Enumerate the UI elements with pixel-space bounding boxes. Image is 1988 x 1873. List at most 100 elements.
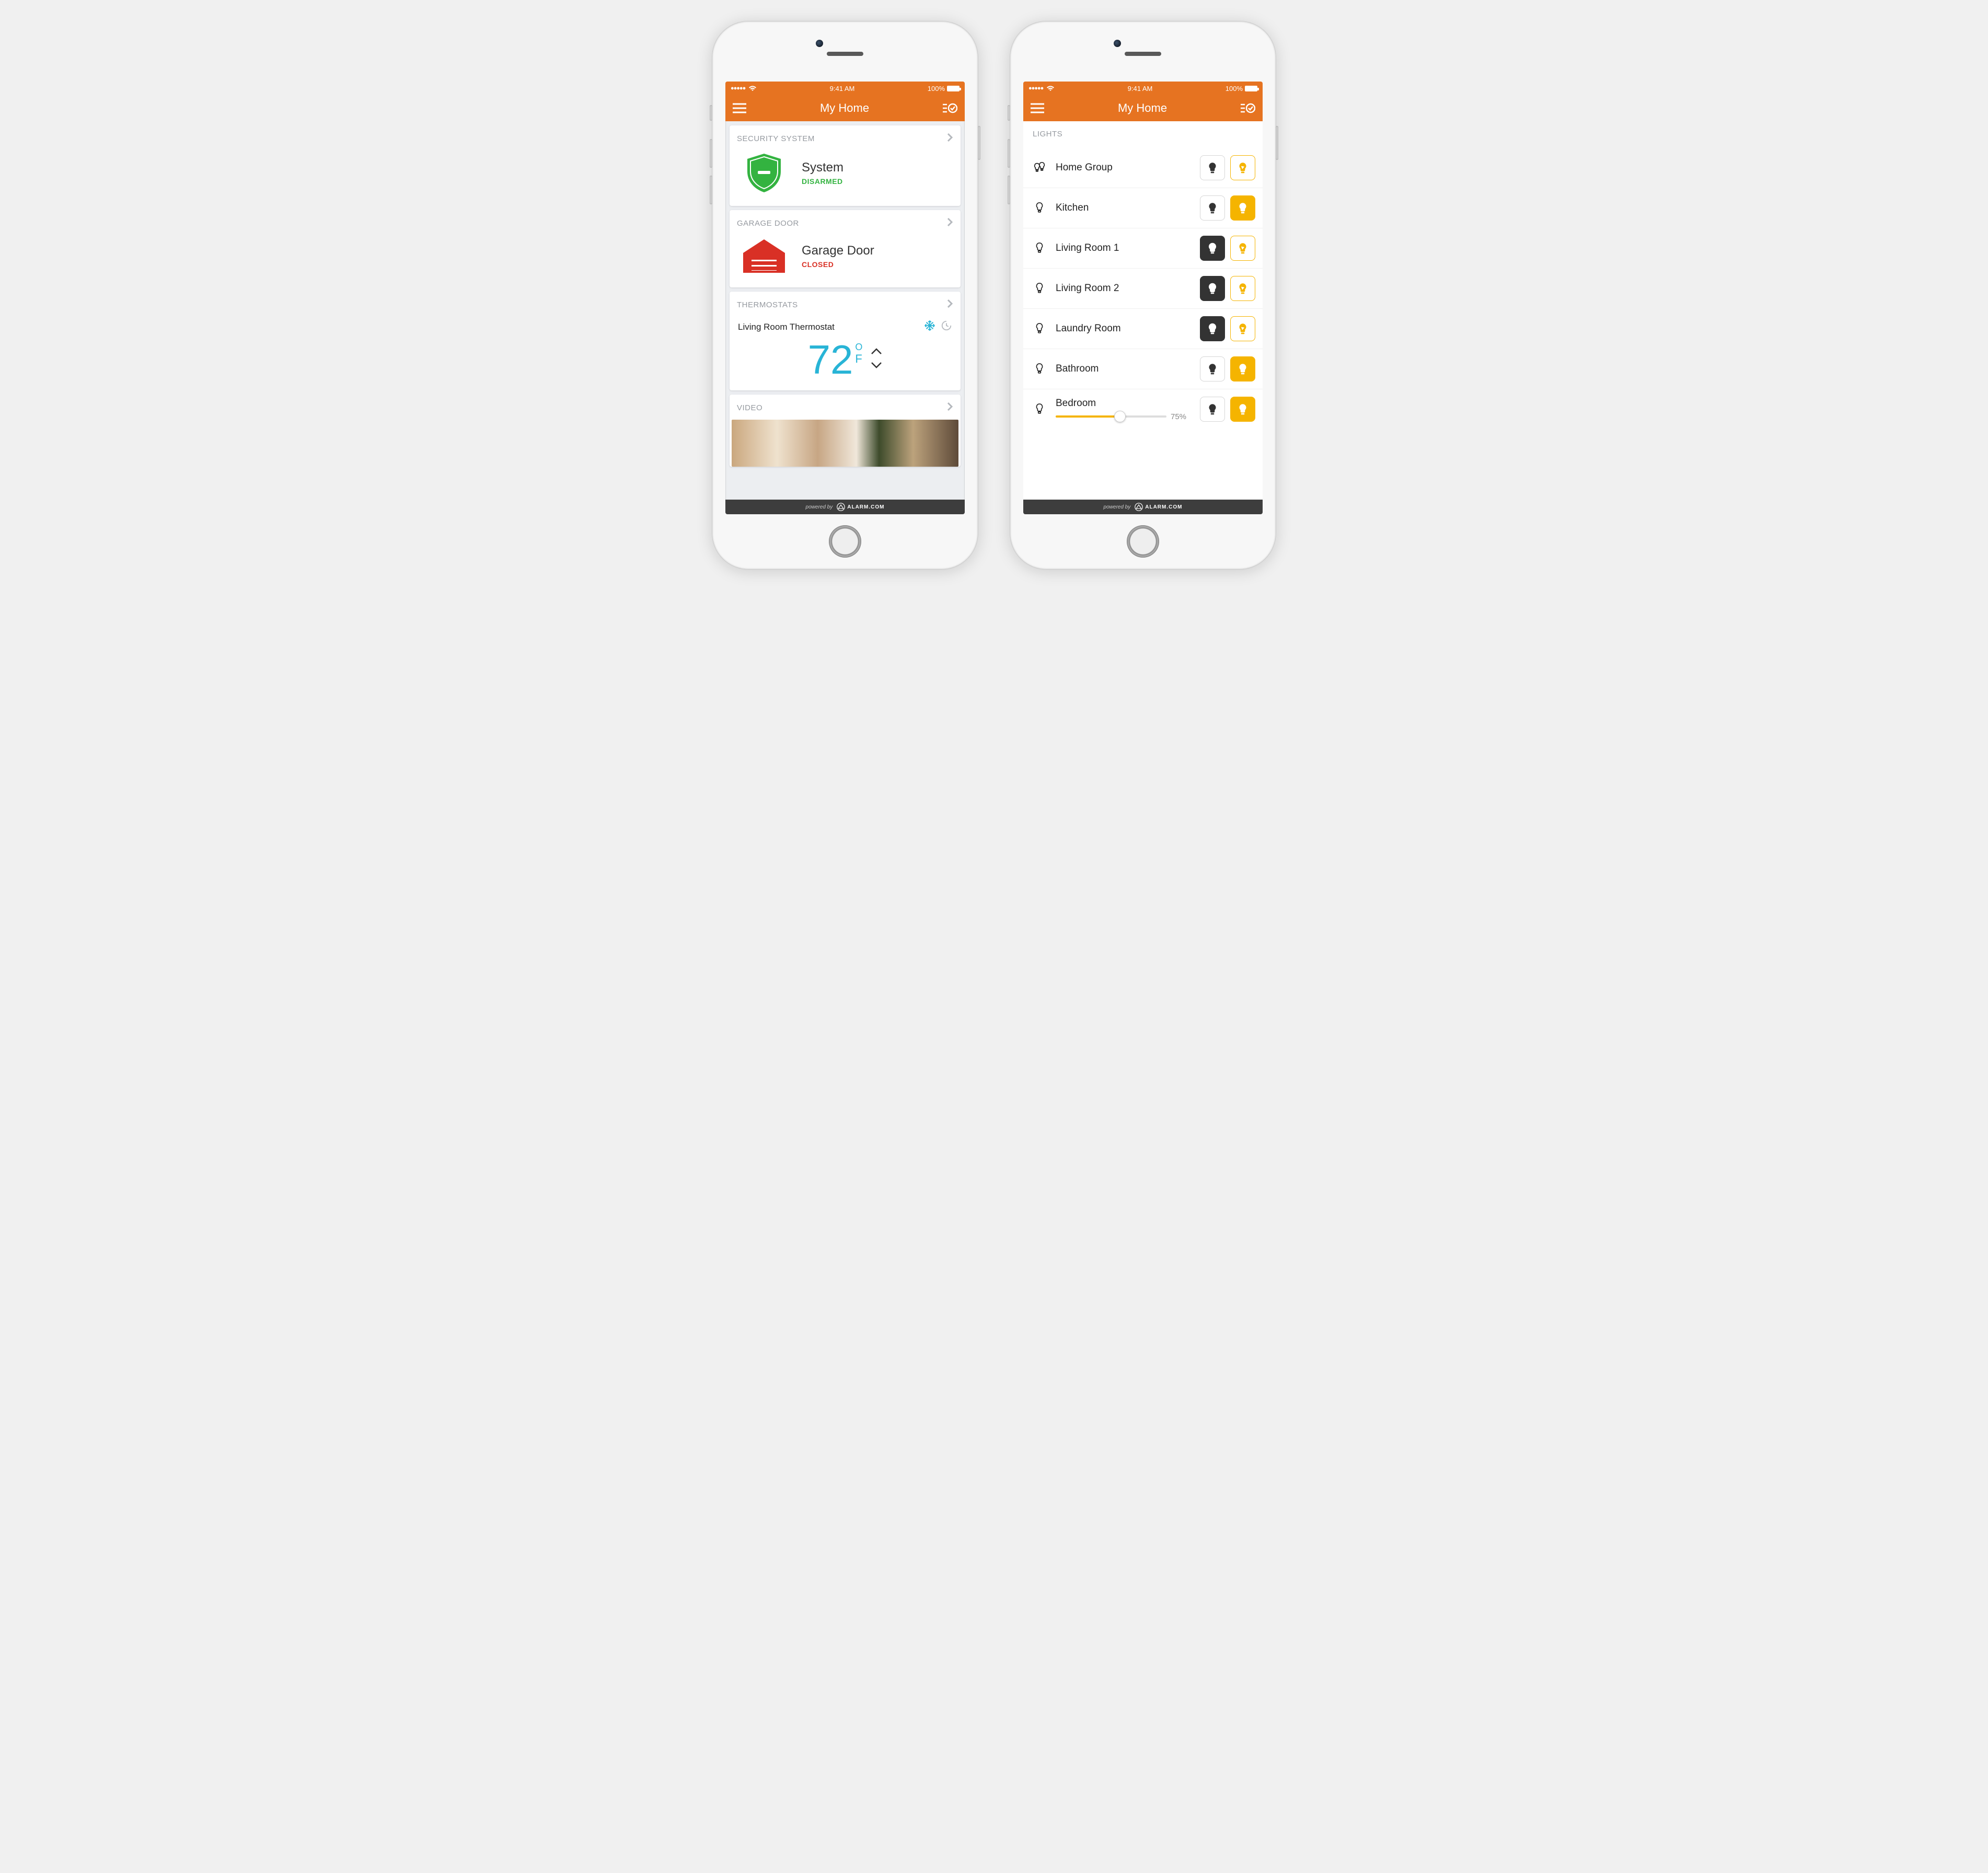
light-row: Living Room 2: [1023, 269, 1263, 309]
signal-dots-icon: ●●●●●: [731, 85, 745, 91]
battery-icon: [1245, 86, 1257, 91]
light-name: Laundry Room: [1056, 323, 1193, 334]
light-on-button[interactable]: [1230, 155, 1255, 180]
unit-f: F: [855, 353, 862, 365]
light-row: Laundry Room: [1023, 309, 1263, 349]
statusbar: ●●●●● 9:41 AM 100%: [725, 82, 965, 95]
degree-symbol: O: [855, 342, 862, 353]
battery-icon: [947, 86, 960, 91]
brightness-slider[interactable]: 75%: [1056, 412, 1193, 421]
home-button[interactable]: [829, 525, 861, 558]
light-off-button[interactable]: [1200, 236, 1225, 261]
phone-camera: [1114, 40, 1121, 47]
footer: powered by ALARM.COM: [1023, 500, 1263, 514]
navbar: My Home: [1023, 95, 1263, 121]
video-card[interactable]: VIDEO: [730, 395, 961, 467]
bulb-group-icon: [1031, 161, 1048, 175]
footer-powered: powered by: [806, 504, 833, 510]
home-button[interactable]: [1127, 525, 1159, 558]
light-row: Bathroom: [1023, 349, 1263, 389]
light-off-button[interactable]: [1200, 356, 1225, 381]
shield-icon: [738, 153, 790, 193]
garage-status: CLOSED: [802, 260, 874, 269]
statusbar: ●●●●● 9:41 AM 100%: [1023, 82, 1263, 95]
light-row: Kitchen: [1023, 188, 1263, 228]
light-on-button[interactable]: [1230, 316, 1255, 341]
alarm-logo-icon: [837, 503, 845, 511]
light-on-button[interactable]: [1230, 195, 1255, 221]
video-header: VIDEO: [737, 403, 762, 412]
garage-card[interactable]: GARAGE DOOR: [730, 210, 961, 287]
phone-speaker: [827, 52, 863, 56]
temp-down-button[interactable]: [871, 361, 882, 372]
bulb-icon: [1031, 362, 1048, 376]
thermostat-temperature: 72: [808, 337, 853, 383]
light-off-button[interactable]: [1200, 316, 1225, 341]
lights-list: Home Group Kitchen Living Room 1 Living Roo…: [1023, 148, 1263, 429]
video-thumbnail[interactable]: [732, 420, 958, 467]
light-name: Living Room 2: [1056, 283, 1193, 294]
temp-up-button[interactable]: [871, 347, 882, 358]
garage-icon: [738, 237, 790, 275]
schedule-icon[interactable]: [941, 320, 952, 334]
bulb-icon: [1031, 402, 1048, 416]
nav-title: My Home: [1118, 101, 1167, 115]
scenes-button[interactable]: [943, 102, 957, 114]
bulb-icon: [1031, 241, 1048, 255]
garage-header: GARAGE DOOR: [737, 219, 799, 228]
thermostat-name: Living Room Thermostat: [738, 322, 835, 332]
light-row: Living Room 1: [1023, 228, 1263, 269]
phone-speaker: [1125, 52, 1161, 56]
screen-left: ●●●●● 9:41 AM 100% My Home: [725, 82, 965, 514]
phone-camera: [816, 40, 823, 47]
phone-mock-right: ●●●●● 9:41 AM 100% My Home: [1010, 21, 1276, 570]
chevron-right-icon: [947, 217, 953, 229]
content-right: LIGHTS Home Group Kitchen Living Room 1 Liv…: [1023, 121, 1263, 500]
scenes-button[interactable]: [1241, 102, 1255, 114]
thermostats-header: THERMOSTATS: [737, 300, 798, 309]
bulb-icon: [1031, 282, 1048, 295]
light-name: Bedroom: [1056, 398, 1193, 409]
menu-button[interactable]: [733, 103, 746, 113]
light-off-button[interactable]: [1200, 397, 1225, 422]
light-row: Home Group: [1023, 148, 1263, 188]
chevron-right-icon: [947, 299, 953, 310]
content-left: SECURITY SYSTEM System: [725, 121, 965, 500]
light-name: Bathroom: [1056, 363, 1193, 375]
thermostats-card[interactable]: THERMOSTATS Living Room Thermostat: [730, 292, 961, 390]
light-on-button[interactable]: [1230, 356, 1255, 381]
wifi-icon: [1046, 85, 1055, 91]
light-name: Kitchen: [1056, 202, 1193, 214]
light-name: Home Group: [1056, 162, 1193, 174]
light-name: Living Room 1: [1056, 242, 1193, 254]
screen-right: ●●●●● 9:41 AM 100% My Home: [1023, 82, 1263, 514]
light-on-button[interactable]: [1230, 397, 1255, 422]
security-card[interactable]: SECURITY SYSTEM System: [730, 125, 961, 206]
light-row: Bedroom 75%: [1023, 389, 1263, 429]
snowflake-icon[interactable]: [924, 320, 935, 334]
footer-brand: ALARM.COM: [837, 503, 884, 511]
chevron-right-icon: [947, 133, 953, 144]
light-on-button[interactable]: [1230, 236, 1255, 261]
security-header: SECURITY SYSTEM: [737, 134, 815, 143]
nav-title: My Home: [820, 101, 869, 115]
chevron-right-icon: [947, 402, 953, 413]
light-off-button[interactable]: [1200, 195, 1225, 221]
lights-section-header: LIGHTS: [1023, 121, 1263, 144]
brightness-value: 75%: [1171, 412, 1193, 421]
statusbar-time: 9:41 AM: [1128, 85, 1153, 93]
statusbar-time: 9:41 AM: [830, 85, 855, 93]
light-off-button[interactable]: [1200, 155, 1225, 180]
menu-button[interactable]: [1031, 103, 1044, 113]
light-on-button[interactable]: [1230, 276, 1255, 301]
phone-mock-left: ●●●●● 9:41 AM 100% My Home: [712, 21, 978, 570]
footer: powered by ALARM.COM: [725, 500, 965, 514]
bulb-icon: [1031, 201, 1048, 215]
light-off-button[interactable]: [1200, 276, 1225, 301]
garage-device-name: Garage Door: [802, 244, 874, 258]
security-status: DISARMED: [802, 177, 843, 186]
battery-text: 100%: [1226, 85, 1243, 93]
navbar: My Home: [725, 95, 965, 121]
bulb-icon: [1031, 322, 1048, 336]
footer-brand: ALARM.COM: [1135, 503, 1182, 511]
